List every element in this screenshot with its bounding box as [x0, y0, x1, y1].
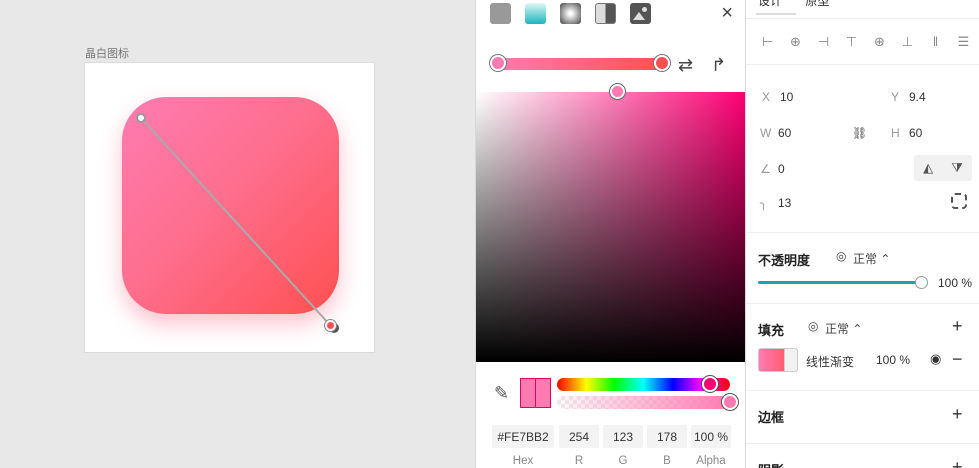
- fill-title: 填充: [758, 323, 785, 338]
- gradient-end-handle[interactable]: [325, 320, 336, 331]
- eyedropper-icon[interactable]: ✎: [494, 383, 509, 404]
- h-label: H: [891, 126, 900, 140]
- x-value[interactable]: 10: [780, 90, 793, 104]
- blue-input[interactable]: 178: [647, 425, 687, 448]
- align-bottom-icon[interactable]: ⊥: [900, 34, 915, 50]
- hex-input[interactable]: #FE7BB2: [492, 425, 554, 448]
- alpha-slider[interactable]: [557, 394, 738, 410]
- add-fill-button[interactable]: +: [952, 317, 963, 335]
- fill-blend-mode[interactable]: 正常 ⌃: [825, 320, 862, 337]
- divider: [746, 303, 979, 304]
- divider: [746, 232, 979, 233]
- flip-buttons: ◭ ⧩: [914, 155, 972, 181]
- red-label: R: [574, 455, 584, 467]
- swap-icon[interactable]: ⇄: [678, 55, 693, 76]
- hue-slider-handle[interactable]: [702, 376, 718, 392]
- h-value[interactable]: 60: [909, 126, 922, 140]
- angle-icon: ∠: [760, 162, 771, 176]
- color-picker-handle[interactable]: [610, 84, 625, 99]
- rotation-field[interactable]: ∠ 0: [760, 162, 785, 176]
- close-icon[interactable]: ×: [721, 3, 733, 23]
- gradient-stops-bar[interactable]: [490, 55, 670, 71]
- align-center-h-icon[interactable]: ⊕: [788, 34, 803, 50]
- distribute-v-icon[interactable]: ☰: [956, 34, 971, 50]
- alpha-label: Alpha: [696, 455, 726, 467]
- rounded-rect-shape[interactable]: [122, 97, 339, 314]
- align-toolbar: ⊢ ⊕ ⊣ ⊤ ⊕ ⊥ ‖ ☰: [760, 34, 971, 50]
- gradient-start-handle[interactable]: [136, 113, 146, 123]
- green-label: G: [618, 455, 628, 467]
- align-top-icon[interactable]: ⊤: [844, 34, 859, 50]
- opacity-slider[interactable]: [758, 276, 928, 289]
- distribute-h-icon[interactable]: ‖: [928, 34, 943, 50]
- color-picker-panel: × ⇄ ↱ ✎ #FE7BB2 254 123 178 100 % Hex R …: [475, 0, 746, 468]
- opacity-blend-icon[interactable]: ◎: [836, 249, 846, 263]
- canvas[interactable]: 晶白图标: [0, 0, 475, 468]
- w-label: W: [760, 126, 772, 140]
- fill-opacity-value[interactable]: 100 %: [876, 353, 910, 367]
- y-label: Y: [891, 90, 900, 104]
- align-left-icon[interactable]: ⊢: [760, 34, 775, 50]
- angular-gradient-icon[interactable]: [595, 3, 616, 24]
- radial-gradient-icon[interactable]: [560, 3, 581, 24]
- shadow-title: 阴影: [758, 460, 784, 468]
- active-tab-indicator: [756, 13, 796, 15]
- inspector-panel: 设计 原型 ⊢ ⊕ ⊣ ⊤ ⊕ ⊥ ‖ ☰ X 10 Y 9.4 W 60 ⛓ …: [746, 0, 979, 468]
- y-value[interactable]: 9.4: [909, 90, 926, 104]
- rotate-icon[interactable]: ↱: [711, 55, 726, 76]
- hue-slider[interactable]: [557, 376, 730, 392]
- w-value[interactable]: 60: [778, 126, 791, 140]
- red-input[interactable]: 254: [559, 425, 599, 448]
- divider: [746, 64, 979, 65]
- corner-radius-value[interactable]: 13: [778, 196, 791, 210]
- alpha-input[interactable]: 100 %: [691, 425, 731, 448]
- divider: [746, 443, 979, 444]
- hex-label: Hex: [512, 455, 534, 467]
- x-field[interactable]: X 10: [762, 90, 793, 104]
- height-field[interactable]: H 60: [891, 126, 922, 140]
- artboard-label[interactable]: 晶白图标: [85, 45, 129, 61]
- color-preview-swatch: [520, 378, 551, 408]
- tab-design[interactable]: 设计: [758, 0, 782, 8]
- width-field[interactable]: W 60: [760, 126, 791, 140]
- corner-radius-icon: ╮: [760, 196, 768, 210]
- x-label: X: [762, 90, 771, 104]
- fill-blend-icon[interactable]: ◎: [808, 319, 818, 333]
- divider: [746, 390, 979, 391]
- gradient-stop-end[interactable]: [654, 55, 670, 71]
- opacity-title: 不透明度: [758, 253, 811, 268]
- rotation-value[interactable]: 0: [778, 162, 785, 176]
- eye-icon[interactable]: ◉: [930, 351, 941, 367]
- fill-type-label[interactable]: 线性渐变: [806, 353, 854, 370]
- fill-swatch[interactable]: [758, 348, 798, 372]
- align-center-v-icon[interactable]: ⊕: [872, 34, 887, 50]
- alpha-slider-handle[interactable]: [722, 394, 738, 410]
- saturation-brightness-area[interactable]: [476, 84, 745, 362]
- linear-gradient-icon[interactable]: [525, 3, 546, 24]
- tab-prototype[interactable]: 原型: [805, 0, 829, 8]
- opacity-blend-mode[interactable]: 正常 ⌃: [853, 250, 890, 267]
- y-field[interactable]: Y 9.4: [891, 90, 926, 104]
- border-title: 边框: [758, 410, 785, 425]
- blue-label: B: [663, 455, 671, 467]
- add-border-button[interactable]: +: [952, 405, 963, 423]
- opacity-value[interactable]: 100 %: [938, 276, 972, 290]
- solid-fill-icon[interactable]: [490, 3, 511, 24]
- gradient-stop-start[interactable]: [490, 55, 506, 71]
- fill-type-selector: [490, 3, 651, 24]
- opacity-slider-knob[interactable]: [915, 276, 928, 289]
- flip-horizontal-icon[interactable]: ◭: [923, 160, 933, 176]
- inspector-tabs: 设计 原型: [758, 0, 849, 9]
- corner-radius-field[interactable]: ╮ 13: [760, 196, 791, 210]
- align-right-icon[interactable]: ⊣: [816, 34, 831, 50]
- independent-corners-icon[interactable]: [951, 193, 967, 209]
- remove-fill-button[interactable]: −: [952, 349, 963, 370]
- add-shadow-button[interactable]: +: [952, 458, 963, 468]
- green-input[interactable]: 123: [603, 425, 643, 448]
- flip-vertical-icon[interactable]: ⧩: [951, 160, 963, 176]
- image-fill-icon[interactable]: [630, 3, 651, 24]
- divider: [746, 18, 979, 19]
- link-icon[interactable]: ⛓: [852, 126, 867, 140]
